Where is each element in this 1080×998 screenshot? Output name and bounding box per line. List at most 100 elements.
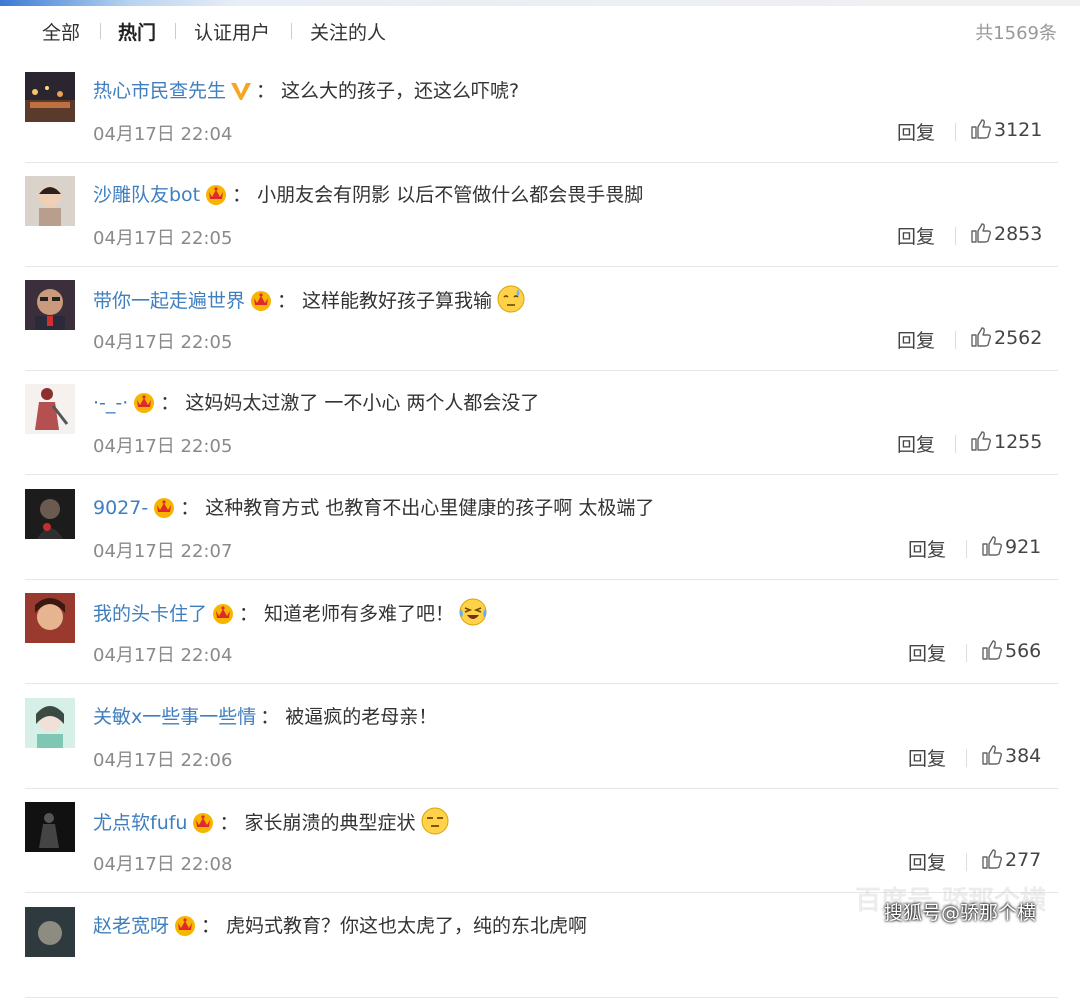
comment-text: 这妈妈太过激了 一不小心 两个人都会没了	[185, 392, 540, 414]
tab-all[interactable]: 全部	[42, 18, 80, 45]
crown-member-icon	[211, 602, 235, 633]
comment-timestamp: 04月17日 22:06	[93, 750, 233, 771]
comment-text: 小朋友会有阴影 以后不管做什么都会畏手畏脚	[257, 184, 644, 206]
like-button[interactable]: 2562	[970, 326, 1042, 349]
thumbs-up-icon	[981, 640, 1005, 662]
like-count: 1255	[994, 431, 1043, 453]
thumbs-up-icon	[970, 431, 994, 453]
like-count: 921	[1005, 536, 1042, 558]
comment-timestamp: 04月17日 22:05	[93, 332, 233, 353]
like-button[interactable]: 384	[981, 744, 1041, 767]
comment-colon: ：	[219, 812, 239, 834]
crown-member-icon	[191, 811, 215, 842]
comment-username[interactable]: 沙雕队友bot	[93, 184, 200, 206]
comment-item: ·-_-· ：这妈妈太过激了 一不小心 两个人都会没了 04月17日 22:05 回复…	[25, 370, 1058, 475]
thumbs-up-icon	[981, 849, 1005, 871]
comment-username[interactable]: 我的头卡住了	[93, 603, 207, 625]
avatar[interactable]	[25, 593, 75, 643]
avatar[interactable]	[25, 280, 75, 330]
thumbs-up-icon	[970, 327, 994, 349]
reply-button[interactable]: 回复	[897, 326, 935, 353]
sohu-watermark: 搜狐号@骄那个横	[884, 902, 1037, 924]
reply-button[interactable]: 回复	[908, 639, 946, 666]
comment-item: 关敏x一些事一些情：被逼疯的老母亲！ 04月17日 22:06 回复 384	[25, 684, 1058, 789]
comment-colon: ：	[232, 184, 252, 206]
comment-username[interactable]: ·-_-·	[93, 392, 128, 414]
comment-username[interactable]: 关敏x一些事一些情	[93, 706, 256, 728]
like-button[interactable]: 921	[981, 535, 1041, 558]
comment-line: 带你一起走遍世界 ：这样能教好孩子算我输	[93, 284, 526, 314]
tab-verified-users[interactable]: 认证用户	[194, 18, 270, 45]
crown-member-icon	[173, 914, 197, 945]
tab-divider	[100, 23, 101, 39]
comment-colon: ：	[277, 290, 297, 312]
comment-username[interactable]: 热心市民查先生	[93, 80, 226, 102]
like-button[interactable]: 277	[981, 848, 1041, 871]
action-divider	[966, 749, 967, 767]
comment-line: 9027- ：这种教育方式 也教育不出心里健康的孩子啊 太极端了	[93, 493, 654, 523]
comment-text: 这样能教好孩子算我输	[302, 290, 493, 312]
comment-item: 热心市民查先生 ：这么大的孩子，还这么吓唬? 04月17日 22:04 回复 3121	[25, 58, 1058, 163]
thumbs-up-icon	[970, 223, 994, 245]
crown-member-icon	[249, 289, 273, 320]
comment-text: 这么大的孩子，还这么吓唬?	[281, 80, 520, 102]
comment-colon: ：	[256, 80, 276, 102]
like-button[interactable]: 566	[981, 639, 1041, 662]
avatar[interactable]	[25, 802, 75, 852]
action-divider	[966, 644, 967, 662]
comment-username[interactable]: 尤点软fufu	[93, 812, 187, 834]
comment-colon: ：	[260, 706, 280, 728]
comment-timestamp: 04月17日 22:04	[93, 124, 233, 145]
avatar[interactable]	[25, 907, 75, 957]
comment-item: 9027- ：这种教育方式 也教育不出心里健康的孩子啊 太极端了 04月17日 22…	[25, 475, 1058, 580]
comment-total-count: 共1569条	[975, 23, 1057, 44]
comment-text: 被逼疯的老母亲！	[285, 706, 438, 728]
tab-hot[interactable]: 热门	[118, 18, 156, 45]
action-divider	[955, 435, 956, 453]
comment-username[interactable]: 9027-	[93, 497, 148, 519]
reply-button[interactable]: 回复	[908, 848, 946, 875]
avatar[interactable]	[25, 698, 75, 748]
avatar[interactable]	[25, 384, 75, 434]
verified-v-icon	[230, 80, 252, 110]
like-button[interactable]: 1255	[970, 430, 1042, 453]
action-divider	[955, 123, 956, 141]
comment-timestamp: 04月17日 22:04	[93, 645, 233, 666]
tab-divider	[291, 23, 292, 39]
comment-line: 沙雕队友bot ：小朋友会有阴影 以后不管做什么都会畏手畏脚	[93, 180, 643, 210]
thumbs-up-icon	[981, 536, 1005, 558]
comment-item: 沙雕队友bot ：小朋友会有阴影 以后不管做什么都会畏手畏脚 04月17日 22:0…	[25, 162, 1058, 267]
comment-line: 尤点软fufu ：家长崩溃的典型症状	[93, 806, 450, 836]
comment-username[interactable]: 带你一起走遍世界	[93, 290, 245, 312]
crown-member-icon	[152, 496, 176, 527]
reply-button[interactable]: 回复	[908, 744, 946, 771]
comment-timestamp: 04月17日 22:05	[93, 436, 233, 457]
thumbs-up-icon	[970, 119, 994, 141]
comment-filter-tabs: 全部 热门 认证用户 关注的人 共1569条	[0, 6, 1080, 56]
comment-item: 带你一起走遍世界 ：这样能教好孩子算我输 04月17日 22:05 回复 2562	[25, 266, 1058, 371]
reply-button[interactable]: 回复	[897, 118, 935, 145]
crown-member-icon	[204, 183, 228, 214]
like-button[interactable]: 3121	[970, 118, 1042, 141]
like-button[interactable]: 2853	[970, 222, 1042, 245]
comment-line: ·-_-· ：这妈妈太过激了 一不小心 两个人都会没了	[93, 388, 539, 418]
comment-item: 尤点软fufu ：家长崩溃的典型症状 04月17日 22:08 回复 277	[25, 788, 1058, 893]
comment-text: 知道老师有多难了吧！	[264, 603, 455, 625]
comment-colon: ：	[160, 392, 180, 414]
avatar[interactable]	[25, 176, 75, 226]
comment-text: 这种教育方式 也教育不出心里健康的孩子啊 太极端了	[205, 497, 655, 519]
reply-button[interactable]: 回复	[897, 430, 935, 457]
avatar[interactable]	[25, 72, 75, 122]
comment-line: 赵老宽呀：虎妈式教育？你这也太虎了，纯的东北虎啊	[93, 911, 587, 941]
laugh-cry-emoji	[458, 597, 490, 636]
comment-timestamp: 04月17日 22:07	[93, 541, 233, 562]
thumbs-up-icon	[981, 745, 1005, 767]
reply-button[interactable]: 回复	[897, 222, 935, 249]
action-divider	[966, 853, 967, 871]
tab-divider	[175, 23, 176, 39]
like-count: 566	[1005, 640, 1042, 662]
tab-following[interactable]: 关注的人	[310, 18, 386, 45]
avatar[interactable]	[25, 489, 75, 539]
comment-colon: ：	[239, 603, 259, 625]
reply-button[interactable]: 回复	[908, 535, 946, 562]
